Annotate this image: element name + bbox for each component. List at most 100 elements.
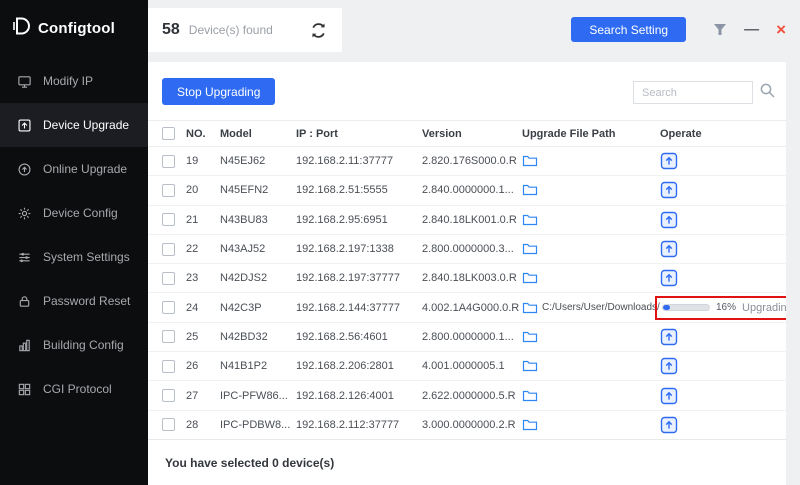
cell-no: 22: [186, 243, 220, 255]
browse-folder-icon[interactable]: [522, 389, 538, 403]
cell-version: 4.002.1A4G000.0.R: [422, 302, 522, 314]
row-checkbox[interactable]: [162, 389, 175, 402]
cell-model: N42C3P: [220, 302, 296, 314]
online-upgrade-icon: [16, 161, 32, 177]
upgrade-button[interactable]: [660, 269, 678, 287]
cell-no: 24: [186, 302, 220, 314]
cell-file-path: [522, 154, 660, 168]
progress-status: Upgrading: [742, 302, 786, 314]
sidebar-item-password-reset[interactable]: Password Reset: [0, 279, 148, 323]
cell-file-path: [522, 330, 660, 344]
table-header-row: NO. Model IP : Port Version Upgrade File…: [148, 120, 786, 147]
sidebar-item-online-upgrade[interactable]: Online Upgrade: [0, 147, 148, 191]
upgrade-button[interactable]: [660, 211, 678, 229]
cell-file-path: [522, 271, 660, 285]
cell-ip-port: 192.168.2.206:2801: [296, 360, 422, 372]
device-count-box: 58 Device(s) found: [148, 8, 342, 52]
row-checkbox[interactable]: [162, 301, 175, 314]
row-checkbox[interactable]: [162, 360, 175, 373]
refresh-icon[interactable]: [309, 21, 328, 40]
cell-model: N42BD32: [220, 331, 296, 343]
app-logo: Configtool: [0, 0, 148, 59]
upgrade-button[interactable]: [660, 152, 678, 170]
sidebar: Configtool Modify IP Device Upgrade Online…: [0, 0, 148, 485]
row-checkbox[interactable]: [162, 213, 175, 226]
sidebar-item-building-config[interactable]: Building Config: [0, 323, 148, 367]
row-checkbox[interactable]: [162, 418, 175, 431]
search-input[interactable]: [633, 81, 753, 104]
modify-ip-icon: [16, 73, 32, 89]
column-header-version: Version: [422, 128, 522, 140]
row-checkbox[interactable]: [162, 330, 175, 343]
cell-operate: [660, 152, 780, 170]
cell-ip-port: 192.168.2.197:1338: [296, 243, 422, 255]
sidebar-item-label: Device Config: [43, 206, 118, 220]
browse-folder-icon[interactable]: [522, 330, 538, 344]
browse-folder-icon[interactable]: [522, 359, 538, 373]
cell-model: IPC-PFW86...: [220, 390, 296, 402]
upgrade-button[interactable]: [660, 181, 678, 199]
cell-file-path: [522, 213, 660, 227]
browse-folder-icon[interactable]: [522, 183, 538, 197]
cell-file-path: [522, 242, 660, 256]
row-checkbox[interactable]: [162, 184, 175, 197]
sidebar-item-device-config[interactable]: Device Config: [0, 191, 148, 235]
cell-version: 2.622.0000000.5.R: [422, 390, 522, 402]
select-all-checkbox[interactable]: [162, 127, 175, 140]
upgrade-button[interactable]: [660, 328, 678, 346]
cell-operate: [660, 211, 780, 229]
cell-model: N45EJ62: [220, 155, 296, 167]
browse-folder-icon[interactable]: [522, 418, 538, 432]
browse-folder-icon[interactable]: [522, 271, 538, 285]
column-header-no: NO.: [186, 128, 220, 140]
table-row: 27IPC-PFW86...192.168.2.126:40012.622.00…: [148, 381, 786, 410]
upgrade-button[interactable]: [660, 240, 678, 258]
upgrade-progress: 16%Upgrading: [655, 296, 786, 320]
cell-no: 21: [186, 214, 220, 226]
cell-version: 2.800.0000000.3...: [422, 243, 522, 255]
cell-no: 25: [186, 331, 220, 343]
upgrade-button[interactable]: [660, 416, 678, 434]
sidebar-item-modify-ip[interactable]: Modify IP: [0, 59, 148, 103]
cell-model: N43AJ52: [220, 243, 296, 255]
sidebar-item-system-settings[interactable]: System Settings: [0, 235, 148, 279]
selection-footer: You have selected 0 device(s): [148, 439, 786, 485]
cell-version: 4.001.0000005.1: [422, 360, 522, 372]
close-icon[interactable]: ×: [776, 21, 786, 38]
title-bar: 58 Device(s) found Search Setting — ×: [148, 0, 800, 62]
search-icon[interactable]: [759, 82, 776, 104]
upgrade-button[interactable]: [660, 387, 678, 405]
upgrade-button[interactable]: [660, 357, 678, 375]
cell-operate: [660, 269, 780, 287]
cell-no: 20: [186, 184, 220, 196]
cell-version: 3.000.0000000.2.R: [422, 419, 522, 431]
sidebar-item-device-upgrade[interactable]: Device Upgrade: [0, 103, 148, 147]
browse-folder-icon[interactable]: [522, 154, 538, 168]
file-path-text: C:/Users/User/Downloads/DH...: [542, 302, 660, 313]
row-checkbox[interactable]: [162, 272, 175, 285]
sidebar-item-label: Online Upgrade: [43, 162, 127, 176]
row-checkbox[interactable]: [162, 243, 175, 256]
cell-file-path: [522, 389, 660, 403]
column-header-ip-port: IP : Port: [296, 128, 422, 140]
cell-ip-port: 192.168.2.112:37777: [296, 419, 422, 431]
row-checkbox[interactable]: [162, 155, 175, 168]
minimize-icon[interactable]: —: [744, 22, 759, 37]
cell-operate: 16%Upgrading: [660, 296, 780, 320]
search-setting-button[interactable]: Search Setting: [571, 17, 686, 42]
cell-ip-port: 192.168.2.197:37777: [296, 272, 422, 284]
cell-operate: [660, 240, 780, 258]
sidebar-item-cgi-protocol[interactable]: CGI Protocol: [0, 367, 148, 411]
table-row: 22N43AJ52192.168.2.197:13382.800.0000000…: [148, 235, 786, 264]
filter-icon[interactable]: [713, 23, 727, 36]
cell-ip-port: 192.168.2.56:4601: [296, 331, 422, 343]
browse-folder-icon[interactable]: [522, 242, 538, 256]
browse-folder-icon[interactable]: [522, 213, 538, 227]
stop-upgrading-button[interactable]: Stop Upgrading: [162, 78, 275, 105]
cell-file-path: [522, 183, 660, 197]
sidebar-item-label: Modify IP: [43, 74, 93, 88]
cgi-protocol-icon: [16, 381, 32, 397]
window-controls: Search Setting — ×: [571, 17, 786, 42]
browse-folder-icon[interactable]: [522, 301, 538, 315]
table-row: 23N42DJS2192.168.2.197:377772.840.18LK00…: [148, 264, 786, 293]
